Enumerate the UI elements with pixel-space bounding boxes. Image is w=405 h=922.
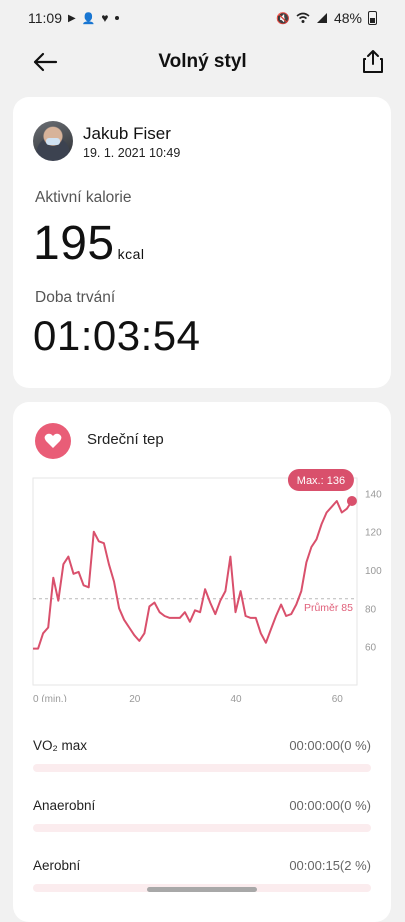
x-tick-label: 40 (231, 694, 243, 702)
wifi-icon (296, 12, 310, 23)
duration-label: Doba trvání (35, 289, 116, 306)
play-store-icon: ▶ (68, 12, 76, 24)
zone-progress-bar (33, 764, 371, 772)
max-badge-label: Max.: 136 (297, 475, 345, 487)
battery-icon (368, 11, 377, 25)
person-add-icon: 👤 (81, 12, 96, 25)
y-tick-label: 120 (365, 528, 382, 539)
status-bar: 11:09 ▶ 👤 ♥ 🔇 48% (0, 0, 405, 36)
heart-rate-card: Srdeční tep Průměr 85 Max.: 136 0 (min.)… (13, 402, 391, 922)
heart-status-icon: ♥ (101, 11, 109, 25)
x-tick-label: 60 (332, 694, 344, 702)
zone-name: Aerobní (33, 858, 81, 873)
heart-rate-line (33, 500, 353, 650)
battery-percent: 48% (333, 10, 362, 26)
zone-time: 00:00:00(0 %) (289, 798, 371, 813)
zone-progress-bar (33, 824, 371, 832)
user-name: Jakub Fiser (83, 124, 171, 143)
calories-unit: kcal (117, 246, 145, 262)
heart-icon (35, 423, 71, 459)
y-tick-label: 80 (365, 604, 377, 615)
x-tick-label: 20 (129, 694, 141, 702)
max-point (346, 496, 357, 506)
duration-value: 01:03:54 (33, 312, 201, 359)
heart-rate-chart: Průměr 85 Max.: 136 0 (min.) 20 40 60 60 80 1… (32, 469, 382, 702)
dot-icon (114, 16, 119, 20)
average-label: Průměr 85 (304, 602, 353, 614)
zone-name: VO₂ max (33, 738, 87, 753)
page-title: Volný styl (158, 51, 247, 72)
home-indicator[interactable] (147, 887, 257, 892)
y-tick-label: 100 (365, 566, 382, 577)
app-bar: Volný styl (0, 36, 405, 88)
avatar (33, 121, 73, 161)
status-time: 11:09 (28, 10, 62, 26)
calories-row: 195 kcal (33, 216, 145, 271)
status-right: 🔇 48% (276, 10, 377, 26)
zone-name: Anaerobní (33, 798, 96, 813)
calories-label: Aktivní kalorie (35, 189, 132, 206)
summary-card: Jakub Fiser 19. 1. 2021 10:49 Aktivní ka… (13, 97, 391, 388)
y-tick-label: 140 (365, 489, 382, 500)
back-arrow-icon[interactable] (32, 49, 58, 75)
zone-time: 00:00:15(2 %) (289, 858, 371, 873)
signal-icon (316, 13, 327, 23)
calories-value: 195 (33, 217, 115, 270)
x-tick-label: 0 (min.) (33, 694, 67, 702)
zone-time: 00:00:00(0 %) (289, 738, 371, 753)
mute-icon: 🔇 (276, 12, 290, 25)
heart-rate-title: Srdeční tep (87, 431, 164, 448)
share-icon[interactable] (361, 48, 385, 74)
status-left: 11:09 ▶ 👤 ♥ (28, 10, 119, 26)
workout-date: 19. 1. 2021 10:49 (83, 146, 181, 160)
y-tick-label: 60 (365, 643, 377, 654)
